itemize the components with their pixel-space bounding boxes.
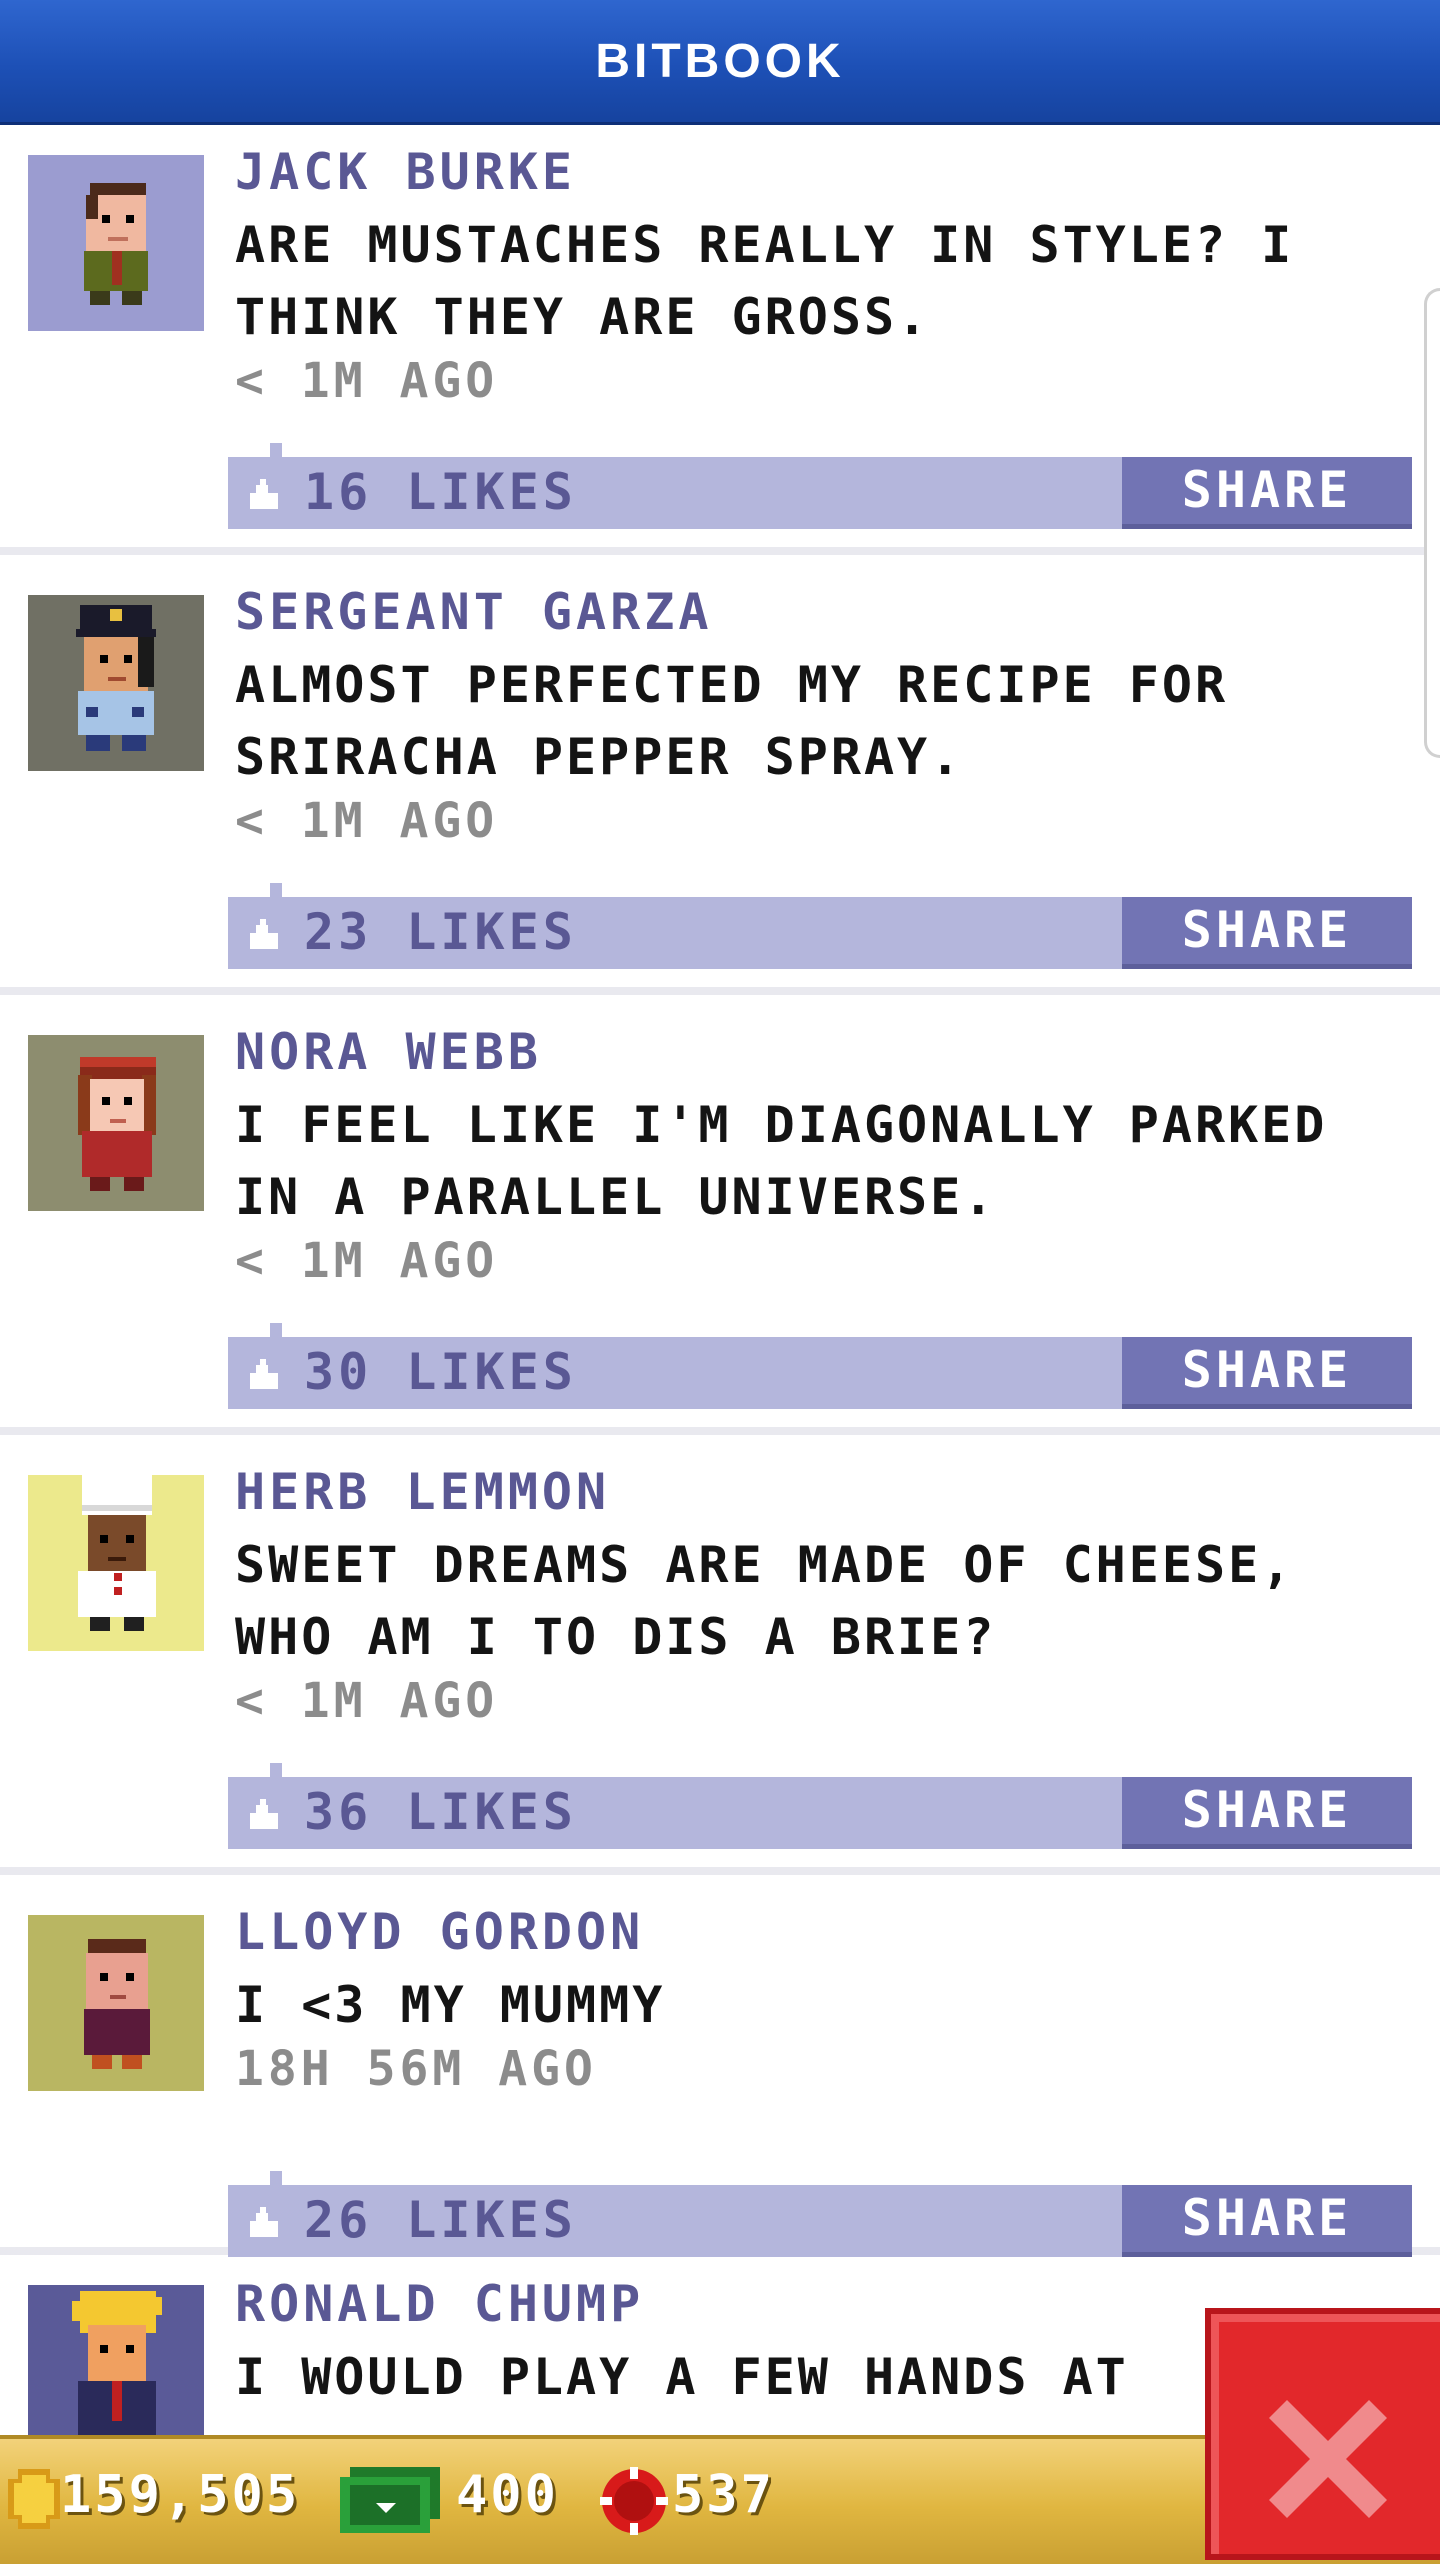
app-header: BITBOOK — [0, 0, 1440, 125]
post-message: SWEET DREAMS ARE MADE OF CHEESE, WHO AM … — [235, 1536, 1295, 1666]
like-count: 36 LIKES — [304, 1783, 577, 1841]
like-count: 30 LIKES — [304, 1343, 577, 1401]
share-button[interactable]: SHARE — [1122, 2185, 1412, 2257]
like-bar: 16 LIKES SHARE — [228, 443, 1412, 529]
post-message: ARE MUSTACHES REALLY IN STYLE? I THINK T… — [235, 216, 1295, 346]
post-message: I WOULD PLAY A FEW HANDS AT — [235, 2348, 1129, 2406]
avatar-jack-burke — [28, 155, 204, 331]
like-bar: 30 LIKES SHARE — [228, 1323, 1412, 1409]
like-bar-tip — [270, 883, 282, 897]
like-count: 16 LIKES — [304, 463, 577, 521]
post-message: I <3 MY MUMMY — [235, 1976, 666, 2034]
avatar-ronald-chump — [28, 2285, 204, 2435]
post-item: HERB LEMMON SWEET DREAMS ARE MADE OF CHE… — [0, 1445, 1440, 1875]
post-item: JACK BURKE ARE MUSTACHES REALLY IN STYLE… — [0, 125, 1440, 555]
avatar-lloyd-gordon — [28, 1915, 204, 2091]
app-title: BITBOOK — [595, 34, 845, 88]
like-icon[interactable] — [244, 1359, 282, 1389]
post-author: RONALD CHUMP — [235, 2275, 645, 2333]
chip-icon — [600, 2467, 668, 2535]
post-author: HERB LEMMON — [235, 1463, 611, 1521]
like-bar-tip — [270, 2171, 282, 2185]
like-bar-tip — [270, 1323, 282, 1337]
close-button[interactable] — [1205, 2308, 1440, 2560]
share-button[interactable]: SHARE — [1122, 1337, 1412, 1409]
post-author: LLOYD GORDON — [235, 1903, 645, 1961]
post-item: NORA WEBB I FEEL LIKE I'M DIAGONALLY PAR… — [0, 1005, 1440, 1435]
bux-count: 400 — [456, 2465, 559, 2525]
close-icon — [1269, 2400, 1387, 2518]
like-icon[interactable] — [244, 479, 282, 509]
like-bar-tip — [270, 443, 282, 457]
coins-count: 159,505 — [60, 2465, 301, 2525]
avatar-sergeant-garza — [28, 595, 204, 771]
like-icon[interactable] — [244, 2207, 282, 2237]
post-time: 18H 56M AGO — [235, 2041, 597, 2097]
post-author: JACK BURKE — [235, 143, 577, 201]
post-author: SERGEANT GARZA — [235, 583, 713, 641]
avatar-herb-lemmon — [28, 1475, 204, 1651]
like-bar: 26 LIKES SHARE — [228, 2171, 1412, 2257]
share-button[interactable]: SHARE — [1122, 457, 1412, 529]
post-item: SERGEANT GARZA ALMOST PERFECTED MY RECIP… — [0, 565, 1440, 995]
like-bar-tip — [270, 1763, 282, 1777]
like-count: 26 LIKES — [304, 2191, 577, 2249]
like-icon[interactable] — [244, 1799, 282, 1829]
bux-icon — [340, 2467, 440, 2533]
like-bar: 23 LIKES SHARE — [228, 883, 1412, 969]
like-count: 23 LIKES — [304, 903, 577, 961]
post-time: < 1M AGO — [235, 1233, 499, 1289]
share-button[interactable]: SHARE — [1122, 897, 1412, 969]
scroll-indicator[interactable] — [1424, 288, 1440, 758]
avatar-nora-webb — [28, 1035, 204, 1211]
post-message: I FEEL LIKE I'M DIAGONALLY PARKED IN A P… — [235, 1096, 1328, 1226]
post-time: < 1M AGO — [235, 793, 499, 849]
chips-count: 537 — [672, 2465, 775, 2525]
like-icon[interactable] — [244, 919, 282, 949]
post-time: < 1M AGO — [235, 353, 499, 409]
feed-list[interactable]: JACK BURKE ARE MUSTACHES REALLY IN STYLE… — [0, 125, 1440, 2435]
post-time: < 1M AGO — [235, 1673, 499, 1729]
share-button[interactable]: SHARE — [1122, 1777, 1412, 1849]
coin-icon — [8, 2469, 60, 2529]
post-item: LLOYD GORDON I <3 MY MUMMY 18H 56M AGO 2… — [0, 1885, 1440, 2257]
post-message: ALMOST PERFECTED MY RECIPE FOR SRIRACHA … — [235, 656, 1229, 786]
like-bar: 36 LIKES SHARE — [228, 1763, 1412, 1849]
post-author: NORA WEBB — [235, 1023, 542, 1081]
